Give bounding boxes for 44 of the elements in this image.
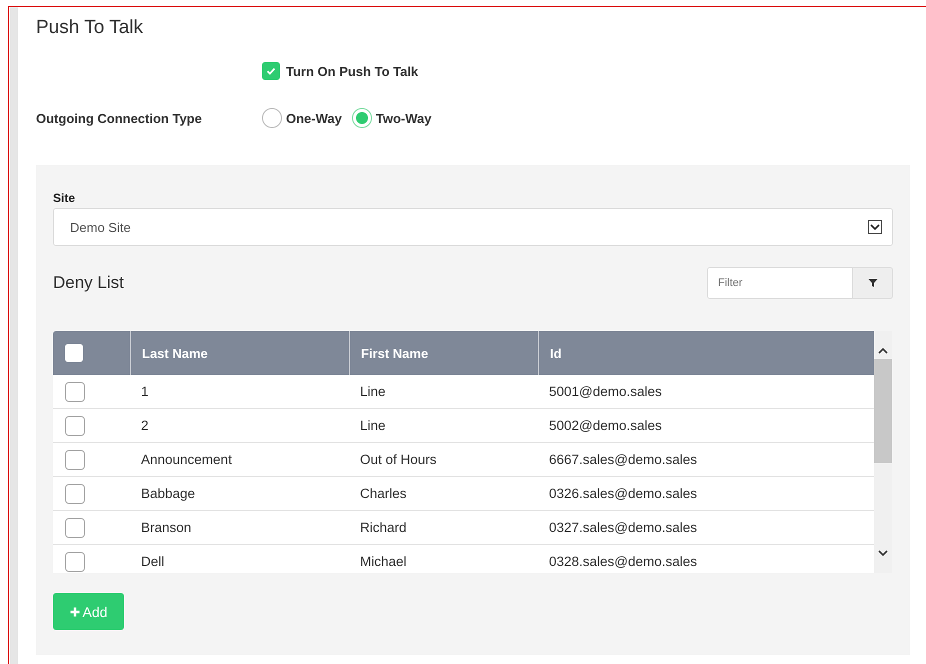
table-cell: Richard [360,520,407,535]
row-checkbox[interactable] [65,552,85,572]
field-label: Site [53,191,76,205]
table-cell: Babbage [141,486,196,501]
plus-icon [70,606,80,616]
table-cell: 5001@demo.sales [549,384,662,399]
check-icon [265,65,277,77]
table-cell: Charles [360,486,407,501]
field-label: Outgoing Connection Type [36,110,203,126]
table-cell: Out of Hours [360,452,437,467]
radio-label: Two-Way [376,110,432,126]
site-dropdown[interactable]: Demo Site [53,208,893,246]
filter-icon [868,278,878,288]
table-cell: 5002@demo.sales [549,418,662,433]
row-checkbox[interactable] [65,518,85,538]
row-checkbox[interactable] [65,416,85,436]
row-checkbox[interactable] [65,382,85,402]
filter-field[interactable]: Filter [707,267,853,299]
radio-button[interactable] [352,108,372,128]
section-title: Deny List [53,273,124,293]
scrollbar[interactable] [874,331,892,573]
radio-button[interactable] [262,108,282,128]
select-all-checkbox[interactable] [65,344,83,362]
table-cell: Branson [141,520,192,535]
table-cell: 1 [141,384,149,399]
table-cell: 2 [141,418,149,433]
row-checkbox[interactable] [65,484,85,504]
add-button[interactable]: Add [53,593,124,630]
checkbox[interactable] [262,62,280,80]
chevron-down-icon [868,220,882,234]
table-cell: Michael [360,554,407,569]
table-cell: Announcement [141,452,232,467]
row-checkbox[interactable] [65,450,85,470]
filter-button[interactable] [853,267,893,299]
table-cell: Line [360,384,386,399]
table-cell: 0326.sales@demo.sales [549,486,698,501]
table-cell: Dell [141,554,164,569]
table-cell: Line [360,418,386,433]
page-title: Push To Talk [36,17,144,39]
table-cell: 0328.sales@demo.sales [549,554,698,569]
table-cell: 6667.sales@demo.sales [549,452,698,467]
radio-label: One-Way [286,110,342,126]
checkbox-label: Turn On Push To Talk [286,64,418,78]
table-cell: 0327.sales@demo.sales [549,520,698,535]
